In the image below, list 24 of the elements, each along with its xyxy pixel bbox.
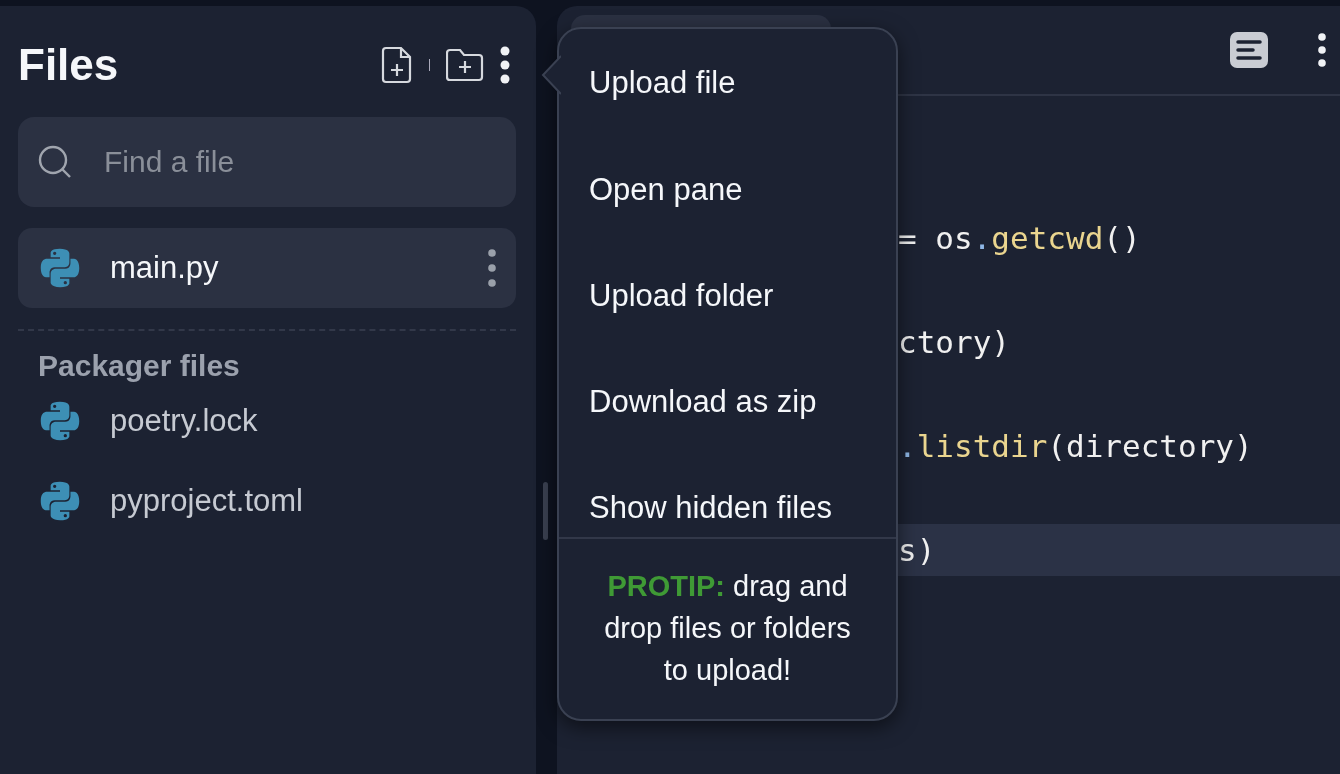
file-item[interactable]: main.py [18,228,516,308]
python-icon [38,399,82,443]
python-icon [38,246,82,290]
format-icon[interactable] [1230,32,1268,68]
more-icon[interactable] [1318,33,1326,67]
section-title: Packager files [37,349,241,383]
search-field[interactable]: Find a file [18,117,516,207]
new-folder-icon[interactable] [446,48,484,82]
menu-item[interactable]: Upload folder [559,243,896,349]
new-file-icon[interactable] [381,46,413,84]
protip-text: PROTIP: drag and drop files or folders to upload! [559,537,896,719]
python-icon [38,479,82,523]
panel-title: Files [18,40,120,90]
menu-item[interactable]: Download as zip [559,349,896,455]
file-item[interactable]: poetry.lock [18,381,516,461]
menu-item[interactable]: Upload file [559,29,896,137]
code-line: = os.getcwd() [898,219,1142,258]
more-icon[interactable] [500,46,510,84]
menu-item[interactable]: Open pane [559,137,896,243]
code-line: .listdir(directory) [898,427,1254,466]
code-line: ctory) [898,323,1011,362]
search-icon [38,145,72,179]
file-item[interactable]: pyproject.toml [18,461,516,541]
scrollbar-handle[interactable] [543,482,548,540]
